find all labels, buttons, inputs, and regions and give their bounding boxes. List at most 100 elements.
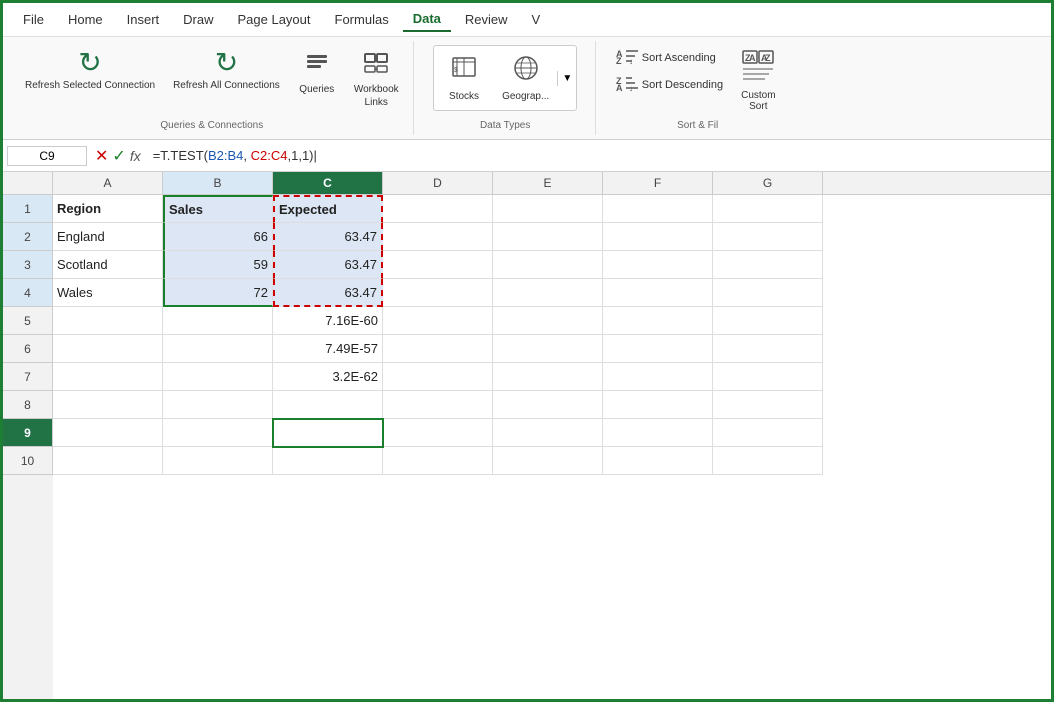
cell-c9[interactable]: =T.TEST(B2:B4, C2:C4,1,1) [273, 419, 383, 447]
insert-function-btn[interactable]: fx [130, 148, 141, 164]
sort-descending-btn[interactable]: Z A ↓ Sort Descending [612, 72, 727, 97]
cell-e4[interactable] [493, 279, 603, 307]
cell-e9[interactable] [493, 419, 603, 447]
row-header-6[interactable]: 6 [3, 335, 53, 363]
row-header-3[interactable]: 3 [3, 251, 53, 279]
cell-c3[interactable]: 63.47 [273, 251, 383, 279]
cell-e5[interactable] [493, 307, 603, 335]
cell-b4[interactable]: 72 [163, 279, 273, 307]
row-header-4[interactable]: 4 [3, 279, 53, 307]
cell-reference[interactable] [7, 146, 87, 166]
refresh-selected-btn[interactable]: ↻ Refresh Selected Connection [19, 45, 161, 96]
col-header-b[interactable]: B [163, 172, 273, 194]
cell-f2[interactable] [603, 223, 713, 251]
cell-e1[interactable] [493, 195, 603, 223]
formula-input[interactable]: =T.TEST(B2:B4, C2:C4,1,1)| [149, 146, 1047, 165]
geography-btn[interactable]: Geograp... [494, 50, 557, 106]
cell-f8[interactable] [603, 391, 713, 419]
menu-formulas[interactable]: Formulas [325, 8, 399, 31]
cell-b10[interactable] [163, 447, 273, 475]
cell-d2[interactable] [383, 223, 493, 251]
cell-d1[interactable] [383, 195, 493, 223]
cell-c1[interactable]: Expected [273, 195, 383, 223]
cell-d5[interactable] [383, 307, 493, 335]
cell-g2[interactable] [713, 223, 823, 251]
cell-b5[interactable] [163, 307, 273, 335]
confirm-formula-btn[interactable]: ✓ [112, 146, 125, 166]
cell-c6[interactable]: 7.49E-57 [273, 335, 383, 363]
sort-ascending-btn[interactable]: A Z ↓ Sort Ascending [612, 45, 727, 70]
row-header-9[interactable]: 9 [3, 419, 53, 447]
cell-b8[interactable] [163, 391, 273, 419]
col-header-a[interactable]: A [53, 172, 163, 194]
cell-g4[interactable] [713, 279, 823, 307]
cell-d10[interactable] [383, 447, 493, 475]
cell-a7[interactable] [53, 363, 163, 391]
custom-sort-btn[interactable]: Z A A Z CustomSort [733, 45, 783, 116]
cell-d8[interactable] [383, 391, 493, 419]
row-header-8[interactable]: 8 [3, 391, 53, 419]
menu-page-layout[interactable]: Page Layout [228, 8, 321, 31]
row-header-7[interactable]: 7 [3, 363, 53, 391]
cell-g3[interactable] [713, 251, 823, 279]
cell-g8[interactable] [713, 391, 823, 419]
cell-g5[interactable] [713, 307, 823, 335]
cell-g1[interactable] [713, 195, 823, 223]
row-header-5[interactable]: 5 [3, 307, 53, 335]
cell-d9[interactable] [383, 419, 493, 447]
cell-f9[interactable] [603, 419, 713, 447]
cell-b2[interactable]: 66 [163, 223, 273, 251]
cell-c4[interactable]: 63.47 [273, 279, 383, 307]
col-header-d[interactable]: D [383, 172, 493, 194]
menu-data[interactable]: Data [403, 7, 451, 32]
cell-e3[interactable] [493, 251, 603, 279]
cell-d3[interactable] [383, 251, 493, 279]
cell-a1[interactable]: Region [53, 195, 163, 223]
cell-f4[interactable] [603, 279, 713, 307]
cell-b1[interactable]: Sales [163, 195, 273, 223]
cell-e8[interactable] [493, 391, 603, 419]
cell-a9[interactable] [53, 419, 163, 447]
menu-insert[interactable]: Insert [117, 8, 170, 31]
cell-c2[interactable]: 63.47 [273, 223, 383, 251]
cell-e2[interactable] [493, 223, 603, 251]
row-header-2[interactable]: 2 [3, 223, 53, 251]
refresh-all-btn[interactable]: ↻ Refresh All Connections [167, 45, 286, 96]
cell-a10[interactable] [53, 447, 163, 475]
cell-d4[interactable] [383, 279, 493, 307]
row-header-1[interactable]: 1 [3, 195, 53, 223]
cell-a3[interactable]: Scotland [53, 251, 163, 279]
cell-b3[interactable]: 59 [163, 251, 273, 279]
menu-file[interactable]: File [13, 8, 54, 31]
cell-f7[interactable] [603, 363, 713, 391]
menu-review[interactable]: Review [455, 8, 518, 31]
cell-f5[interactable] [603, 307, 713, 335]
menu-draw[interactable]: Draw [173, 8, 223, 31]
cell-a5[interactable] [53, 307, 163, 335]
stocks-btn[interactable]: $ Stocks [434, 50, 494, 106]
cell-f6[interactable] [603, 335, 713, 363]
workbook-links-btn[interactable]: WorkbookLinks [348, 45, 405, 113]
cell-e10[interactable] [493, 447, 603, 475]
cell-b7[interactable] [163, 363, 273, 391]
cell-g7[interactable] [713, 363, 823, 391]
queries-btn[interactable]: Queries [292, 45, 342, 100]
cell-e7[interactable] [493, 363, 603, 391]
cell-b6[interactable] [163, 335, 273, 363]
cancel-formula-btn[interactable]: ✕ [95, 146, 108, 166]
cell-f1[interactable] [603, 195, 713, 223]
cell-c10[interactable] [273, 447, 383, 475]
row-header-10[interactable]: 10 [3, 447, 53, 475]
cell-c8[interactable] [273, 391, 383, 419]
col-header-c[interactable]: C [273, 172, 383, 194]
cell-c7[interactable]: 3.2E-62 [273, 363, 383, 391]
cell-d7[interactable] [383, 363, 493, 391]
menu-more[interactable]: V [522, 8, 551, 31]
cell-a2[interactable]: England [53, 223, 163, 251]
cell-d6[interactable] [383, 335, 493, 363]
col-header-e[interactable]: E [493, 172, 603, 194]
menu-home[interactable]: Home [58, 8, 113, 31]
cell-e6[interactable] [493, 335, 603, 363]
cell-c5[interactable]: 7.16E-60 [273, 307, 383, 335]
cell-g10[interactable] [713, 447, 823, 475]
